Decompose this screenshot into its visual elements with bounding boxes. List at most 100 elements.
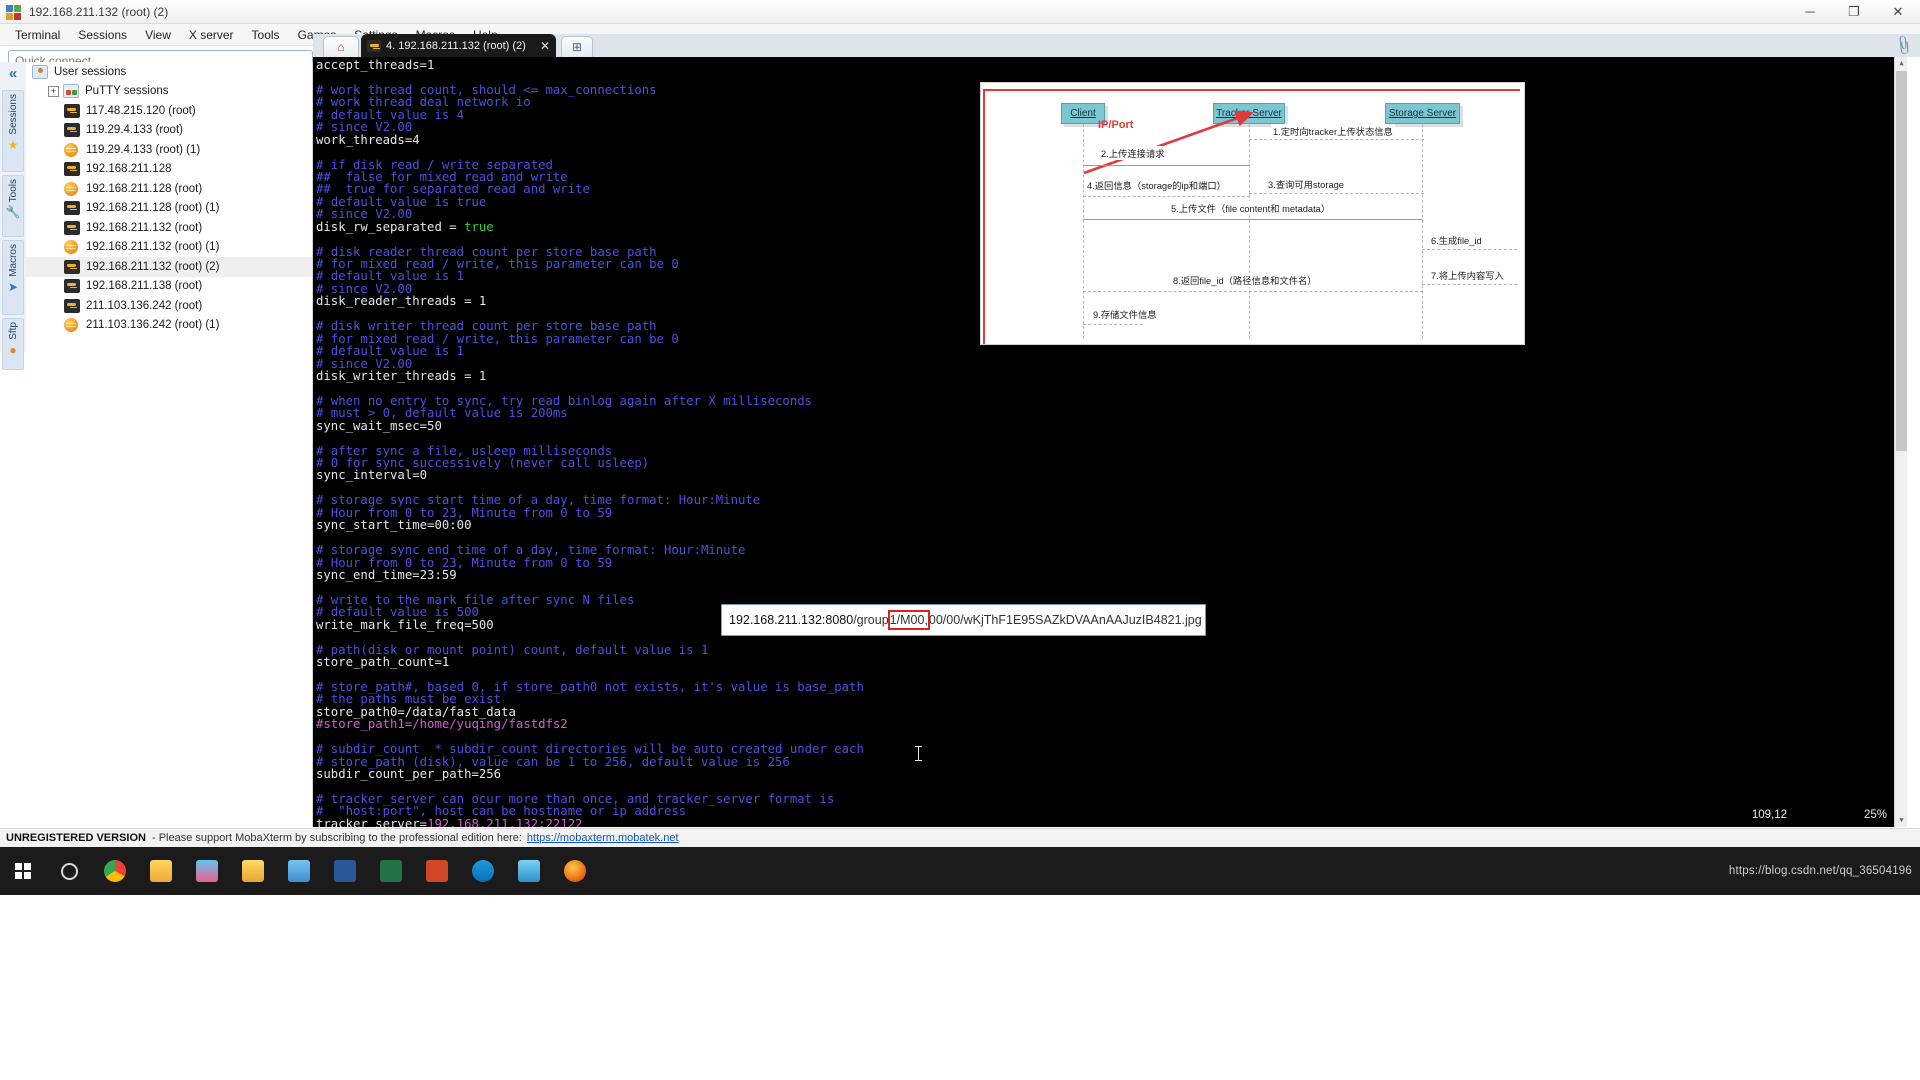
taskbar-app-chrome[interactable] (92, 847, 138, 895)
scroll-up-icon[interactable]: ▲ (1895, 57, 1907, 70)
taskbar-app-word[interactable] (322, 847, 368, 895)
session-item-11[interactable]: 211.103.136.242 (root) (1) (26, 316, 312, 336)
tab-strip: ⌂ 4. 192.168.211.132 (root) (2) ✕ ⊞ 📎 (313, 34, 1920, 57)
session-tree: User sessions + PuTTY sessions 117.48.21… (26, 62, 313, 827)
ssh-icon (64, 220, 80, 235)
session-item-8-selected[interactable]: 192.168.211.132 (root) (2) (26, 257, 312, 277)
terminal-line: sync_wait_msec=50 (316, 418, 442, 433)
status-bar: UNREGISTERED VERSION - Please support Mo… (0, 828, 1920, 847)
menu-sessions[interactable]: Sessions (69, 26, 136, 44)
taskbar-app-folder[interactable] (138, 847, 184, 895)
tree-root-user-sessions[interactable]: User sessions (26, 62, 312, 82)
text-cursor (915, 746, 922, 761)
session-label: 211.103.136.242 (root) (1) (86, 319, 220, 332)
url-host: 192.168.211.132:8080 (729, 613, 854, 627)
close-button[interactable]: ✕ (1876, 0, 1920, 24)
menu-view[interactable]: View (136, 26, 180, 44)
message-line-6 (1422, 249, 1517, 250)
message-line-3 (1249, 193, 1424, 194)
terminal-scrollbar[interactable]: ▲ ▼ (1894, 57, 1907, 827)
search-button[interactable] (46, 847, 92, 895)
ribbon-tools-label: Tools (7, 179, 19, 203)
diagram-left-rule (983, 89, 985, 344)
taskbar-app-photos[interactable] (184, 847, 230, 895)
wrench-icon: 🔧 (5, 205, 21, 220)
cursor-position-indicator: 109,12 (1751, 808, 1787, 821)
terminal-line: # the paths must be exist (316, 692, 502, 707)
new-tab-button[interactable]: ⊞ (561, 36, 593, 57)
ribbon-sessions-label: Sessions (7, 94, 19, 135)
menu-terminal[interactable]: Terminal (6, 26, 69, 44)
message-line-4 (1083, 196, 1250, 197)
session-item-7[interactable]: 192.168.211.132 (root) (1) (26, 238, 312, 258)
terminal-line: sync_interval=0 (316, 468, 428, 483)
session-label: 119.29.4.133 (root) (1) (86, 143, 201, 156)
scrollbar-thumb[interactable] (1896, 71, 1907, 451)
message-label-1: 1.定时向tracker上传状态信息 (1271, 124, 1395, 138)
session-item-9[interactable]: 192.168.211.138 (root) (26, 277, 312, 297)
title-bar: 192.168.211.132 (root) (2) ─ ❐ ✕ (0, 0, 1920, 24)
ssh-icon (64, 103, 80, 118)
tree-putty-label: PuTTY sessions (85, 85, 169, 98)
firefox-icon (564, 860, 586, 882)
session-item-6[interactable]: 192.168.211.132 (root) (26, 218, 312, 238)
ribbon-tab-tools[interactable]: Tools 🔧 (2, 175, 24, 237)
ssh-icon (64, 162, 80, 177)
collapse-sidebar-icon[interactable]: « (2, 64, 24, 86)
menu-x-server[interactable]: X server (180, 26, 243, 44)
ribbon-tab-macros[interactable]: Macros ➤ (2, 240, 24, 315)
tree-root-label: User sessions (54, 65, 127, 78)
session-label: 192.168.211.132 (root) (1) (86, 241, 220, 254)
taskbar-app-notepad[interactable] (276, 847, 322, 895)
word-icon (334, 860, 356, 882)
start-button[interactable] (0, 847, 46, 895)
paper-plane-icon: ➤ (7, 279, 19, 294)
paperclip-icon[interactable]: 📎 (1891, 34, 1915, 58)
expand-putty-icon[interactable]: + (48, 85, 59, 97)
session-item-3[interactable]: 192.168.211.128 (26, 160, 312, 180)
ssh-icon (367, 39, 381, 52)
star-icon: ★ (7, 137, 19, 152)
minimize-button[interactable]: ─ (1788, 0, 1832, 24)
maximize-button[interactable]: ❐ (1832, 0, 1876, 24)
url-tooltip-popup[interactable]: 192.168.211.132:8080/group 1/M00, 00/00/wK… (721, 604, 1206, 636)
session-label: 192.168.211.128 (root) (1) (86, 202, 220, 215)
scroll-down-icon[interactable]: ▼ (1895, 814, 1907, 827)
session-item-10[interactable]: 211.103.136.242 (root) (26, 296, 312, 316)
taskbar-app-media[interactable] (506, 847, 552, 895)
mobaxterm-link[interactable]: https://mobaxterm.mobatek.net (527, 832, 679, 844)
terminal-line: # store_path (disk), value can be 1 to 2… (316, 754, 790, 769)
session-label: 192.168.211.128 (root) (86, 182, 203, 195)
tab-terminal-active[interactable]: 4. 192.168.211.132 (root) (2) ✕ (361, 34, 556, 57)
taskbar-app-firefox[interactable] (552, 847, 598, 895)
session-item-0[interactable]: 117.48.215.120 (root) (26, 101, 312, 121)
red-arrow-icon (1083, 110, 1254, 175)
message-line-2 (1083, 165, 1250, 166)
terminal-line: # 0 for sync successively (never call us… (316, 456, 650, 470)
message-line-8 (1083, 291, 1423, 292)
taskbar-app-excel[interactable] (368, 847, 414, 895)
taskbar-app-edge[interactable] (460, 847, 506, 895)
tab-home[interactable]: ⌂ (323, 36, 359, 57)
globe-icon (64, 240, 78, 255)
ribbon-tab-sessions[interactable]: Sessions ★ (2, 90, 24, 172)
ribbon-tab-sftp[interactable]: Sftp ● (2, 318, 24, 370)
taskbar-app-powerpoint[interactable] (414, 847, 460, 895)
session-label: 192.168.211.128 (86, 163, 172, 176)
session-item-5[interactable]: 192.168.211.128 (root) (1) (26, 199, 312, 219)
session-item-2[interactable]: 119.29.4.133 (root) (1) (26, 140, 312, 160)
media-player-icon (518, 860, 540, 882)
folder-icon (150, 860, 172, 882)
tree-node-putty-sessions[interactable]: + PuTTY sessions (26, 82, 312, 102)
taskbar-app-explorer[interactable] (230, 847, 276, 895)
menu-tools[interactable]: Tools (243, 26, 289, 44)
session-label: 211.103.136.242 (root) (86, 299, 203, 312)
close-icon[interactable]: ✕ (540, 39, 550, 53)
explorer-icon (242, 860, 264, 882)
message-line-7 (1422, 284, 1517, 285)
session-item-4[interactable]: 192.168.211.128 (root) (26, 179, 312, 199)
session-item-1[interactable]: 119.29.4.133 (root) (26, 121, 312, 141)
